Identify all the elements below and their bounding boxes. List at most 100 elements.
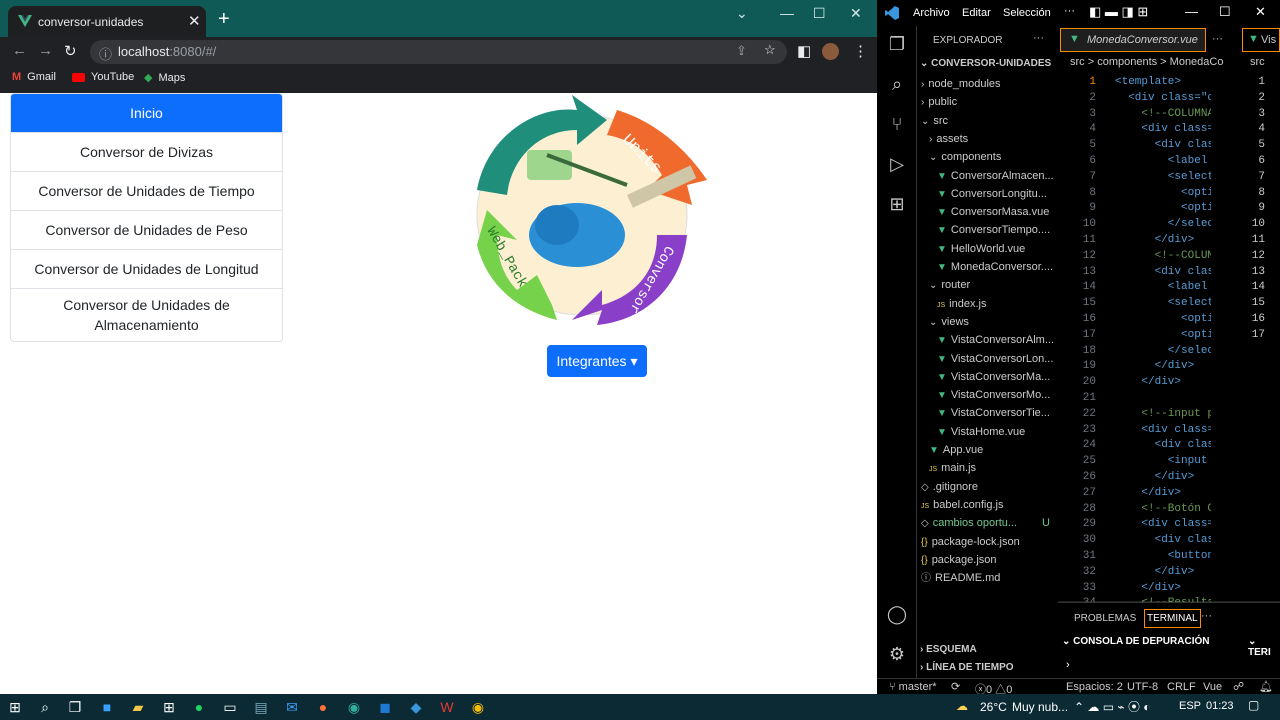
git-branch[interactable]: ⑂ master*	[889, 681, 937, 693]
weather-desc[interactable]: Muy nub...	[1012, 700, 1068, 714]
notification-icon[interactable]: ▢	[1248, 698, 1259, 712]
side-panel-icon[interactable]: ◧	[797, 42, 811, 60]
minimize-icon[interactable]: —	[1185, 4, 1198, 19]
notifications-icon[interactable]: 🔔︎	[1259, 680, 1273, 693]
profile-avatar[interactable]	[822, 43, 839, 60]
store-icon[interactable]: ⊞	[160, 698, 178, 716]
forward-icon[interactable]: →	[38, 42, 53, 59]
tree-item[interactable]: › node_modules	[917, 75, 1058, 93]
gear-icon[interactable]: ⚙	[885, 644, 909, 668]
tree-item[interactable]: ▼ ConversorTiempo....	[917, 221, 1058, 239]
clock[interactable]: 01:23	[1206, 700, 1234, 712]
timeline-section[interactable]: › LÍNEA DE TIEMPO	[920, 662, 1014, 673]
tab-problemas[interactable]: PROBLEMAS	[1074, 613, 1136, 624]
tab-second[interactable]: ▼ Vis	[1242, 28, 1280, 52]
explorer-icon[interactable]: ❐	[885, 34, 909, 58]
tree-item[interactable]: › public	[917, 93, 1058, 111]
tree-item[interactable]: ▼ App.vue	[917, 441, 1058, 459]
mail-icon[interactable]: ✉	[283, 698, 301, 716]
menu-archivo[interactable]: Archivo	[913, 7, 950, 19]
source-control-icon[interactable]: ⑂	[885, 114, 909, 138]
tree-item[interactable]: ▼ VistaConversorMo...	[917, 386, 1058, 404]
more-menu-icon[interactable]: ···	[1064, 5, 1075, 17]
bookmark-maps[interactable]: ◆ Maps	[144, 71, 185, 85]
project-root[interactable]: ⌄ CONVERSOR-UNIDADES	[920, 58, 1051, 69]
browser-tab[interactable]: conversor-unidades ✕	[8, 6, 206, 37]
input-language[interactable]: ESP	[1179, 700, 1201, 712]
spotify-icon[interactable]: ●	[190, 698, 208, 716]
eol[interactable]: CRLF	[1167, 681, 1196, 693]
bookmark-youtube[interactable]: YouTube	[72, 71, 134, 83]
vscode-taskbar-icon[interactable]: ◆	[407, 698, 425, 716]
extensions-icon[interactable]: ⊞	[885, 194, 909, 218]
tree-item[interactable]: ⌄ views	[917, 313, 1058, 331]
terminal-icon[interactable]: ▭	[221, 698, 239, 716]
tree-item[interactable]: {} package-lock.json	[917, 533, 1058, 551]
terminal-header[interactable]: ⌄ TERI	[1248, 636, 1280, 658]
tab-actions-icon[interactable]: ···	[1212, 33, 1223, 45]
close-window-icon[interactable]: ✕	[1255, 4, 1266, 20]
tree-item[interactable]: ⌄ router	[917, 276, 1058, 294]
sync-icon[interactable]: ⟳	[951, 680, 960, 693]
task-view-icon[interactable]: ❐	[66, 698, 84, 716]
encoding[interactable]: UTF-8	[1127, 681, 1158, 693]
address-bar[interactable]: ⓘ localhost:8080/#/ ⇪ ☆	[90, 40, 787, 64]
language-mode[interactable]: Vue	[1203, 681, 1222, 693]
tree-item[interactable]: ▼ VistaHome.vue	[917, 423, 1058, 441]
close-window-icon[interactable]: ✕	[850, 5, 862, 22]
console-prompt-icon[interactable]: ›	[1066, 659, 1070, 671]
search-icon[interactable]: ⌕	[885, 74, 909, 98]
new-tab-icon[interactable]: +	[218, 9, 230, 29]
back-icon[interactable]: ←	[12, 42, 27, 59]
tree-item[interactable]: ⌄ components	[917, 148, 1058, 166]
tree-item[interactable]: ◇ cambios oportu... U	[917, 514, 1058, 532]
maximize-icon[interactable]: ☐	[813, 5, 826, 22]
share-icon[interactable]: ⇪	[736, 43, 747, 59]
nav-item-tiempo[interactable]: Conversor de Unidades de Tiempo	[11, 171, 282, 210]
maximize-icon[interactable]: ☐	[1219, 4, 1231, 20]
file-explorer-icon[interactable]: ▰	[129, 698, 147, 716]
nav-item-longitud[interactable]: Conversor de Unidades de Longitud	[11, 249, 282, 288]
integrantes-dropdown-button[interactable]: Integrantes ▾	[547, 345, 647, 377]
close-tab-icon[interactable]: ✕	[188, 12, 201, 30]
info-icon[interactable]: ⓘ	[99, 44, 112, 63]
tree-item[interactable]: ◇ .gitignore	[917, 478, 1058, 496]
windows-start-icon[interactable]: ⊞	[6, 698, 24, 716]
feedback-icon[interactable]: ☍	[1233, 680, 1244, 693]
tree-item[interactable]: ▼ ConversorLongitu...	[917, 185, 1058, 203]
menu-editar[interactable]: Editar	[962, 7, 991, 19]
tree-item[interactable]: JS babel.config.js	[917, 496, 1058, 514]
tree-item[interactable]: ▼ VistaConversorMa...	[917, 368, 1058, 386]
layout-toggle-icons[interactable]: ◧ ▬ ◨ ⊞	[1089, 4, 1148, 20]
menu-seleccion[interactable]: Selección	[1003, 7, 1051, 19]
reload-icon[interactable]: ↻	[64, 42, 77, 60]
weather-temp[interactable]: 26°C	[980, 700, 1007, 714]
nav-item-almacenamiento[interactable]: Conversor de Unidades de Almacenamiento	[11, 288, 282, 341]
minimize-icon[interactable]: —	[780, 5, 794, 21]
tree-item[interactable]: ▼ HelloWorld.vue	[917, 240, 1058, 258]
tree-item[interactable]: ▼ VistaConversorLon...	[917, 350, 1058, 368]
outlook-icon[interactable]: ◼	[376, 698, 394, 716]
search-icon[interactable]: ⌕	[36, 698, 54, 716]
bookmark-star-icon[interactable]: ☆	[764, 42, 776, 58]
tab-terminal[interactable]: TERMINAL	[1144, 609, 1201, 628]
tab-search-icon[interactable]: ⌄	[736, 5, 748, 22]
tray-icons[interactable]: ⌃ ☁ ▭ ⌁ ⦿ ◐	[1074, 698, 1151, 715]
tree-item[interactable]: › assets	[917, 130, 1058, 148]
tree-item[interactable]: ▼ ConversorAlmacen...	[917, 167, 1058, 185]
nav-item-divizas[interactable]: Conversor de Divizas	[11, 132, 282, 171]
tree-item[interactable]: ▼ ConversorMasa.vue	[917, 203, 1058, 221]
panel-more-icon[interactable]: ···	[1201, 610, 1212, 622]
nav-item-peso[interactable]: Conversor de Unidades de Peso	[11, 210, 282, 249]
bookmark-gmail[interactable]: M Gmail	[12, 71, 56, 83]
debug-console-header[interactable]: ⌄ CONSOLA DE DEPURACIÓN	[1062, 636, 1209, 647]
tree-item[interactable]: ▼ VistaConversorAlm...	[917, 331, 1058, 349]
app-icon[interactable]: ▤	[252, 698, 270, 716]
tree-item[interactable]: {} package.json	[917, 551, 1058, 569]
tree-item[interactable]: ⌄ src	[917, 112, 1058, 130]
menu-dots-icon[interactable]: ⋮	[853, 42, 868, 60]
wps-icon[interactable]: W	[438, 698, 456, 716]
breadcrumb[interactable]: src > components > MonedaCo src	[1058, 56, 1280, 74]
tree-item[interactable]: ▼ MonedaConversor....	[917, 258, 1058, 276]
edge-icon[interactable]: ◉	[345, 698, 363, 716]
